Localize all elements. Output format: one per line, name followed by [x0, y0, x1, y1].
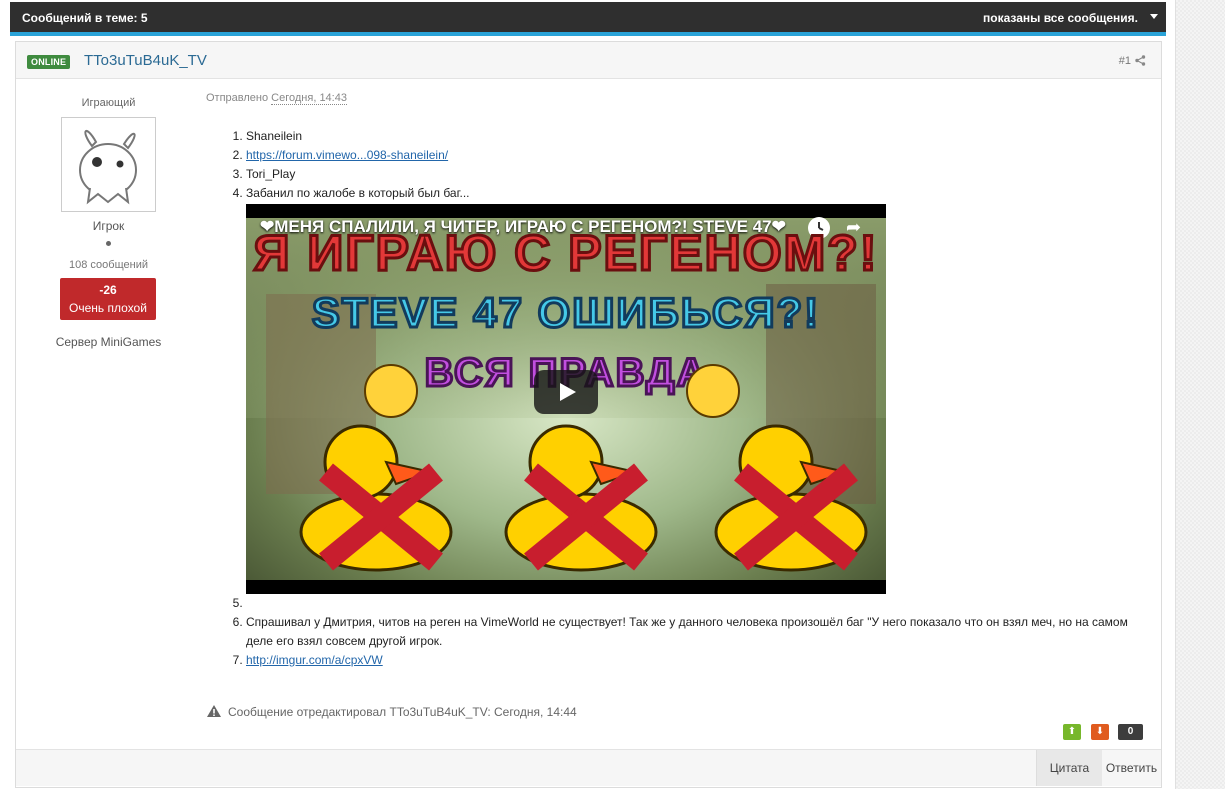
crossed-duck-icon: [299, 424, 453, 572]
author-group-title: Играющий: [81, 97, 136, 109]
edit-note-text: Сообщение отредактировал TTo3uTuB4uK_TV:…: [228, 705, 577, 719]
post-header: ONLINE TTo3uTuB4uK_TV #1: [16, 42, 1161, 79]
youtube-video-embed[interactable]: ❤МЕНЯ СПАЛИЛИ, Я ЧИТЕР, ИГРАЮ С РЕГЕНОМ?…: [246, 204, 886, 594]
forum-link[interactable]: https://forum.vimewo...098-shaneilein/: [246, 148, 448, 162]
list-item: Shaneilein: [246, 127, 1146, 146]
author-name-link[interactable]: TTo3uTuB4uK_TV: [84, 52, 207, 69]
list-item: http://imgur.com/a/cpxVW: [246, 651, 1146, 670]
author-rank: Игрок: [92, 219, 125, 233]
reputation-value: -26: [99, 283, 117, 297]
author-post-count: 108 сообщений: [69, 259, 148, 271]
edit-note: Сообщение отредактировал TTo3uTuB4uK_TV:…: [206, 704, 577, 721]
vote-count: 0: [1118, 724, 1143, 740]
post-count-text: Сообщений в теме: 5: [22, 11, 148, 25]
crossed-duck-icon: [504, 424, 658, 572]
post-footer: Цитата Ответить: [16, 749, 1161, 786]
share-icon[interactable]: [1135, 55, 1146, 69]
post-content: Shaneilein https://forum.vimewo...098-sh…: [206, 127, 1146, 670]
post-list: Shaneilein https://forum.vimewo...098-sh…: [206, 127, 1146, 670]
post-date-line: Отправлено Сегодня, 14:43: [206, 92, 347, 105]
warning-icon: [206, 704, 222, 721]
author-server: Сервер MiniGames: [55, 335, 162, 349]
online-status-badge: ONLINE: [27, 55, 71, 69]
crossed-duck-icon: [714, 424, 868, 572]
scared-face-icon: [364, 364, 418, 418]
reputation-badge: -26 Очень плохой: [60, 278, 156, 320]
thumbnail-headline: Я ИГРАЮ С РЕГЕНОМ?!: [252, 225, 879, 281]
play-button[interactable]: [534, 370, 598, 414]
caret-down-icon[interactable]: [1150, 14, 1158, 19]
scared-face-icon: [686, 364, 740, 418]
post-filter-dropdown[interactable]: показаны все сообщения.: [983, 11, 1138, 25]
posted-label: Отправлено: [206, 92, 269, 104]
quote-button[interactable]: Цитата: [1036, 750, 1102, 786]
avatar-creature-icon: [79, 130, 137, 205]
list-item: Tori_Play: [246, 165, 1146, 184]
imgur-link[interactable]: http://imgur.com/a/cpxVW: [246, 653, 383, 667]
arrow-up-icon[interactable]: ⬆: [1063, 724, 1081, 740]
list-item: Забанил по жалобе в который был баг... ❤…: [246, 184, 1146, 594]
page-side-stripe: [1175, 0, 1225, 789]
rank-pip-icon: [106, 241, 111, 246]
list-item: Спрашивал у Дмитрия, читов на реген на V…: [246, 613, 1146, 651]
thumbnail-subheadline: STEVE 47 ОШИБЬСЯ?!: [310, 289, 821, 336]
arrow-down-icon[interactable]: ⬇: [1091, 724, 1109, 740]
reputation-label: Очень плохой: [69, 301, 147, 315]
list-item: [246, 594, 1146, 613]
forum-post: ONLINE TTo3uTuB4uK_TV #1 Играющий Игрок …: [15, 41, 1162, 788]
post-number-link[interactable]: #1: [1119, 55, 1131, 67]
topic-summary-bar: Сообщений в теме: 5 показаны все сообщен…: [10, 2, 1166, 36]
reply-button[interactable]: Ответить: [1102, 750, 1161, 786]
avatar[interactable]: [61, 117, 156, 212]
posted-date: Сегодня, 14:43: [271, 92, 347, 105]
list-item: https://forum.vimewo...098-shaneilein/: [246, 146, 1146, 165]
